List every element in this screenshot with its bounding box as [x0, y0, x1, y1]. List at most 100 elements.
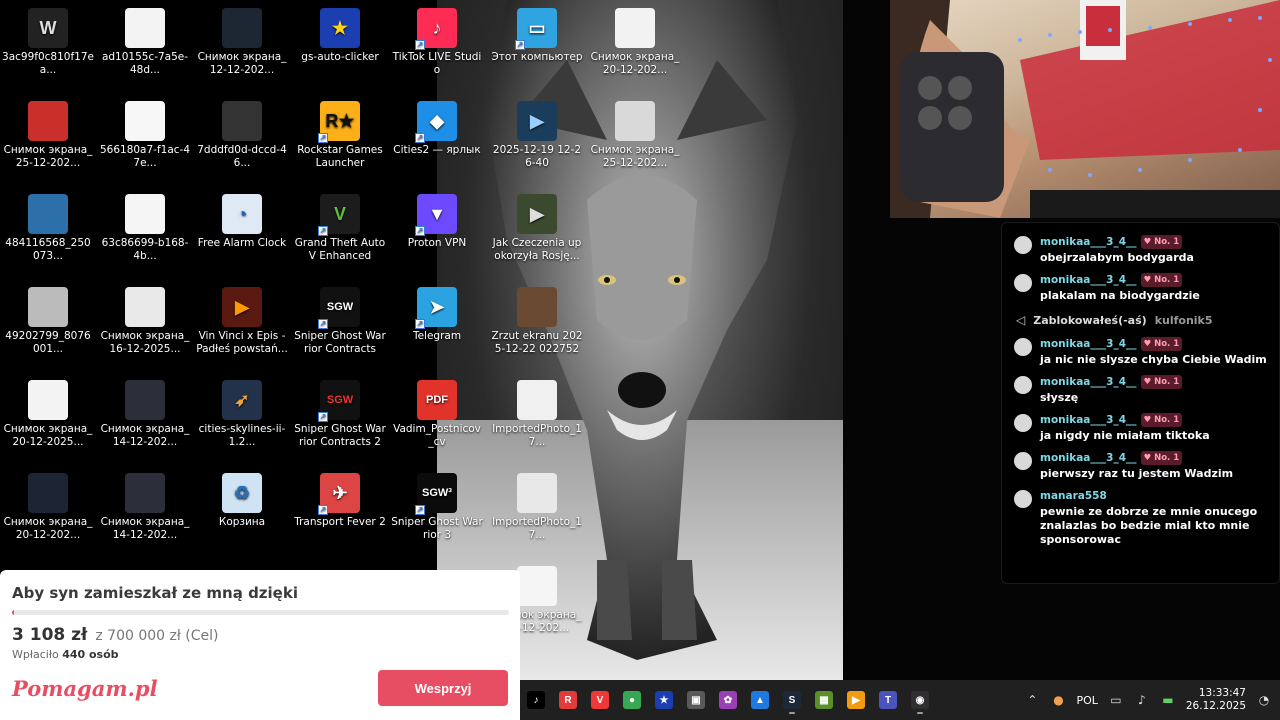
blocked-username[interactable]: kulfonik5 [1155, 314, 1213, 327]
desktop-icon[interactable]: ➶ cities-skylines-ii-1.2... [194, 376, 290, 449]
desktop-icon-image [125, 473, 165, 513]
running-indicator [917, 712, 923, 714]
desktop-icon[interactable]: PDF Vadim_Postnicov_cv [389, 376, 485, 449]
desktop-icon[interactable]: ▭ ↗ Этот компьютер [489, 4, 585, 64]
avatar[interactable] [1014, 274, 1032, 292]
microphone-icon[interactable]: ● [1050, 692, 1066, 708]
tiktok-taskbar-icon[interactable]: ♪ [521, 685, 551, 715]
avatar[interactable] [1014, 376, 1032, 394]
desktop-icon[interactable]: V ↗ Grand Theft Auto V Enhanced [292, 190, 388, 263]
display-icon[interactable]: ▭ [1108, 692, 1124, 708]
desktop-icon-label: Снимок экрана_12-12-202... [197, 51, 287, 76]
chat-message: monikaa___3_4__ ♥ No. 1 ja nigdy nie miała… [1002, 409, 1279, 447]
chat-username[interactable]: monikaa___3_4__ [1040, 414, 1137, 426]
desktop-icon-label: Vadim_Postnicov_cv [393, 423, 481, 448]
fan-badge: ♥ No. 1 [1140, 375, 1183, 389]
avatar[interactable] [1014, 490, 1032, 508]
desktop-icon[interactable]: Снимок экрана_12-12-202... [194, 4, 290, 77]
desktop-icon-image [125, 8, 165, 48]
avatar[interactable] [1014, 236, 1032, 254]
chevron-up-icon[interactable]: ⌃ [1024, 692, 1040, 708]
desktop-icon[interactable]: 566180a7-f1ac-47e... [97, 97, 193, 170]
avatar[interactable] [1014, 452, 1032, 470]
desktop-icon[interactable]: ImportedPhoto_17... [489, 376, 585, 449]
desktop-icon-label: Sniper Ghost Warrior 3 [391, 516, 483, 541]
desktop-icon[interactable]: ✈ ↗ Transport Fever 2 [292, 469, 388, 529]
chat-message-text: ja nigdy nie miałam tiktoka [1040, 429, 1210, 442]
desktop-icon[interactable]: ◆ ↗ Cities2 — ярлык [389, 97, 485, 157]
desktop-icon[interactable]: ★ gs-auto-clicker [292, 4, 388, 64]
desktop-icon[interactable]: Снимок экрана_25-12-202... [587, 97, 683, 170]
desktop-icon[interactable]: 484116568_250073... [0, 190, 96, 263]
desktop-icon[interactable]: ♻ Корзина [194, 469, 290, 529]
desktop-icon[interactable]: ad10155c-7a5e-48d... [97, 4, 193, 77]
fan-badge: ♥ No. 1 [1140, 235, 1183, 249]
desktop-icon[interactable]: ▶ Jak Czeczenia upokorzyła Rosję... [489, 190, 585, 263]
desktop-icon[interactable]: Zrzut ekranu 2025-12-22 022752 [489, 283, 585, 356]
desktop-icon-label: gs-auto-clicker [301, 51, 379, 63]
desktop-icon[interactable]: Снимок экрана_20-12-202... [0, 469, 96, 542]
desktop-icon[interactable]: ▶ 2025-12-19 12-26-40 [489, 97, 585, 170]
chat-username[interactable]: monikaa___3_4__ [1040, 376, 1137, 388]
photos-taskbar-icon[interactable]: ▲ [745, 685, 775, 715]
desktop-icon[interactable]: ➤ ↗ Telegram [389, 283, 485, 343]
gs-auto-clicker-taskbar-icon[interactable]: ★ [649, 685, 679, 715]
desktop-icon[interactable]: Снимок экрана_20-12-2025... [0, 376, 96, 449]
box-taskbar-icon[interactable]: ▣ [681, 685, 711, 715]
desktop-icon[interactable]: Снимок экрана_16-12-2025... [97, 283, 193, 356]
desktop-icon-image: W [28, 8, 68, 48]
system-message-text: Zablokowałeś(-aś) [1033, 313, 1147, 327]
desktop-icon[interactable]: ◔ Free Alarm Clock [194, 190, 290, 250]
support-button[interactable]: Wesprzyj [378, 670, 508, 706]
language-indicator[interactable]: POL [1076, 694, 1097, 707]
fan-badge: ♥ No. 1 [1140, 413, 1183, 427]
desktop-icon[interactable]: ImportedPhoto_17... [489, 469, 585, 542]
desktop-icon-label: Снимок экрана_14-12-202... [100, 423, 190, 448]
desktop-icon[interactable]: ▶ Vin Vinci x Epis - Padłeś powstań... [194, 283, 290, 356]
notification-bell-icon[interactable]: ◔ [1256, 692, 1272, 708]
live-chat-panel[interactable]: monikaa___3_4__ ♥ No. 1 obejrzalabym bodyg… [1001, 222, 1280, 584]
obs-taskbar-icon[interactable]: ◉ [905, 685, 935, 715]
desktop-icon[interactable]: SGW ↗ Sniper Ghost Warrior Contracts 2 [292, 376, 388, 449]
chat-username[interactable]: monikaa___3_4__ [1040, 338, 1137, 350]
desktop-icon[interactable]: 49202799_8076001... [0, 283, 96, 356]
desktop-icon-image: ➶ [222, 380, 262, 420]
desktop-icon[interactable]: ▼ ↗ Proton VPN [389, 190, 485, 250]
creative-taskbar-icon[interactable]: ✿ [713, 685, 743, 715]
chat-username[interactable]: monikaa___3_4__ [1040, 274, 1137, 286]
rockstar-taskbar-icon[interactable]: R [553, 685, 583, 715]
desktop-icon[interactable]: Снимок экрана_25-12-202... [0, 97, 96, 170]
desktop-icon[interactable]: W 3ac99f0c810f17ea... [0, 4, 96, 77]
chat-username[interactable]: monikaa___3_4__ [1040, 452, 1137, 464]
avatar[interactable] [1014, 414, 1032, 432]
vivaldi-taskbar-icon[interactable]: V [585, 685, 615, 715]
desktop-icon-image [517, 566, 557, 606]
clock[interactable]: 13:33:47 26.12.2025 [1186, 687, 1246, 713]
chat-message: monikaa___3_4__ ♥ No. 1 słyszę [1002, 371, 1279, 409]
desktop-icon[interactable]: ♪ ↗ TikTok LIVE Studio [389, 4, 485, 77]
chrome-taskbar-icon[interactable]: ● [617, 685, 647, 715]
desktop-icon-image [125, 101, 165, 141]
chat-username[interactable]: manara558 [1040, 490, 1107, 502]
desktop-icon[interactable]: Снимок экрана_20-12-202... [587, 4, 683, 77]
desktop-icon[interactable]: 63c86699-b168-4b... [97, 190, 193, 263]
game-taskbar-icon[interactable]: ▦ [809, 685, 839, 715]
teams-taskbar-icon[interactable]: T [873, 685, 903, 715]
desktop-icon-image [28, 287, 68, 327]
shortcut-arrow-icon: ↗ [415, 319, 425, 329]
desktop-icon[interactable]: 7dddfd0d-dccd-46... [194, 97, 290, 170]
shortcut-arrow-icon: ↗ [318, 319, 328, 329]
battery-icon[interactable]: ▬ [1160, 692, 1176, 708]
steam-taskbar-icon[interactable]: S [777, 685, 807, 715]
media-player-taskbar-icon[interactable]: ▶ [841, 685, 871, 715]
desktop-icon[interactable]: Снимок экрана_14-12-202... [97, 469, 193, 542]
chat-username[interactable]: monikaa___3_4__ [1040, 236, 1137, 248]
shortcut-arrow-icon: ↗ [515, 40, 525, 50]
desktop-icon[interactable]: Снимок экрана_14-12-202... [97, 376, 193, 449]
avatar[interactable] [1014, 338, 1032, 356]
desktop-icon-image: ♪ ↗ [415, 8, 457, 50]
desktop-icon[interactable]: R★ ↗ Rockstar Games Launcher [292, 97, 388, 170]
volume-icon[interactable]: ♪ [1134, 692, 1150, 708]
desktop-icon[interactable]: SGW ↗ Sniper Ghost Warrior Contracts [292, 283, 388, 356]
desktop-icon[interactable]: SGW³ ↗ Sniper Ghost Warrior 3 [389, 469, 485, 542]
